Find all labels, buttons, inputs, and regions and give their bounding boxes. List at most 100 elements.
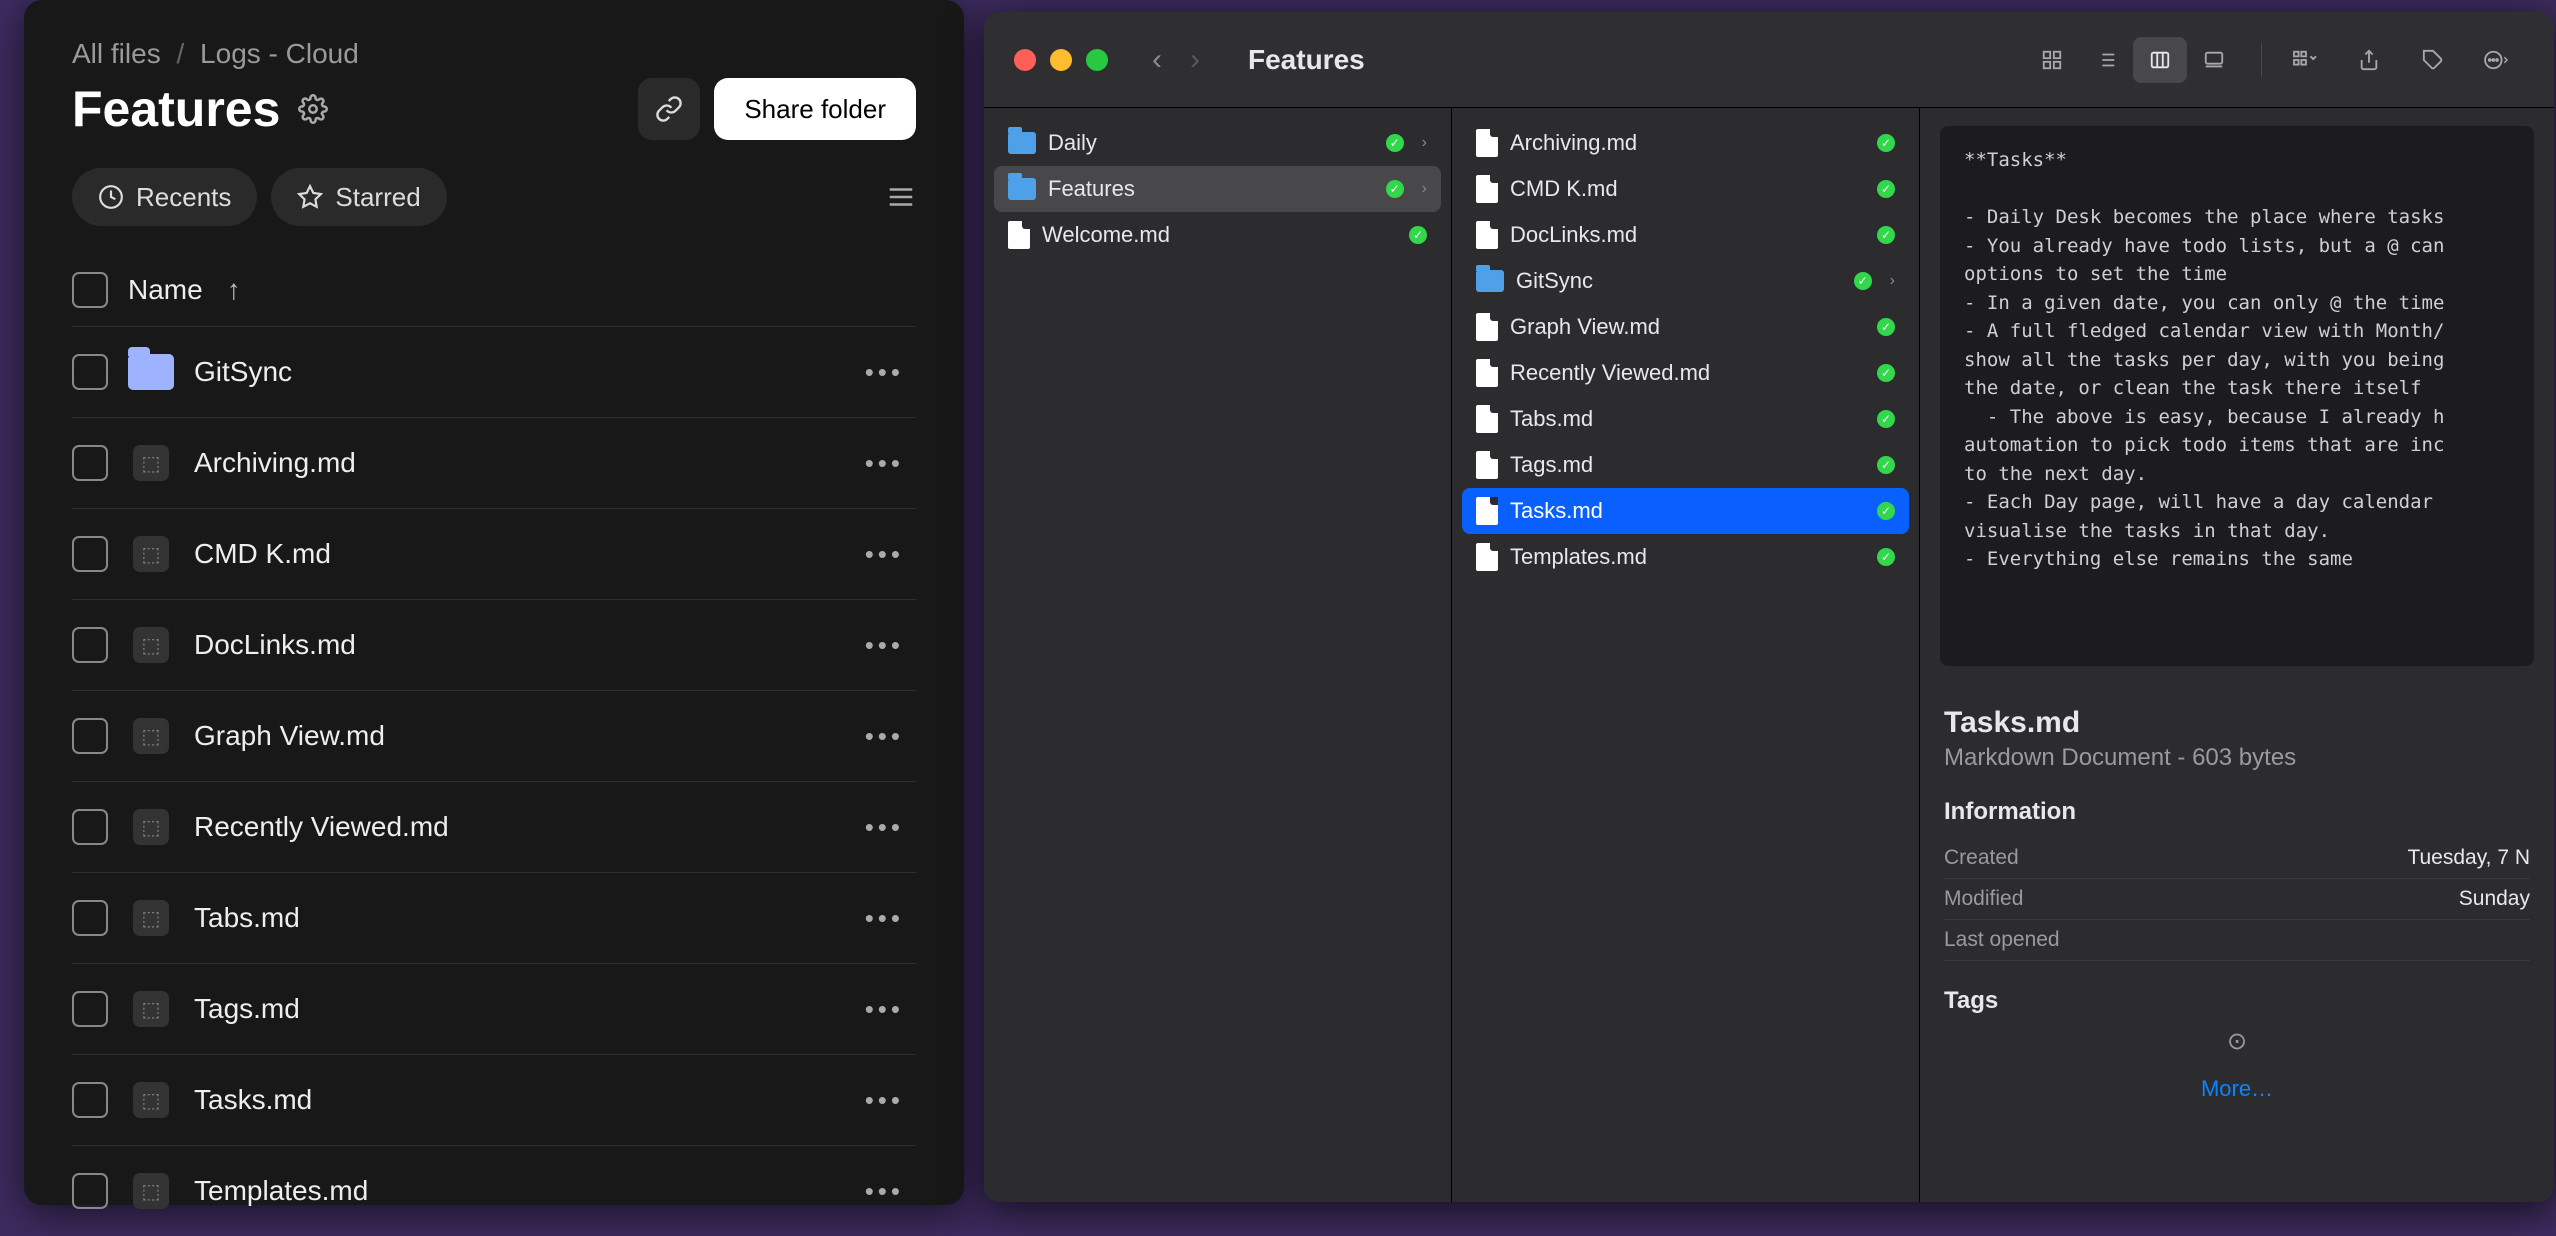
back-button[interactable]: ‹ <box>1152 43 1162 77</box>
row-checkbox[interactable] <box>72 536 108 572</box>
column-item[interactable]: Tags.md✓ <box>1462 442 1909 488</box>
sort-asc-icon[interactable]: ↑ <box>227 274 241 306</box>
folder-icon <box>1008 132 1036 154</box>
column-item[interactable]: Features✓› <box>994 166 1441 212</box>
view-icons-button[interactable] <box>2025 37 2079 83</box>
column-item[interactable]: Graph View.md✓ <box>1462 304 1909 350</box>
breadcrumb: All files / Logs - Cloud <box>72 38 916 70</box>
column-item[interactable]: Welcome.md✓ <box>994 212 1441 258</box>
close-button[interactable] <box>1014 49 1036 71</box>
breadcrumb-sep: / <box>176 38 184 69</box>
row-actions-button[interactable]: ••• <box>865 630 916 661</box>
markdown-icon: ⬚ <box>133 900 169 936</box>
document-icon <box>1476 405 1498 433</box>
preview-file-name: Tasks.md <box>1944 706 2530 740</box>
row-checkbox[interactable] <box>72 627 108 663</box>
lastopened-label: Last opened <box>1944 928 2060 952</box>
modified-label: Modified <box>1944 887 2023 911</box>
column-item[interactable]: Templates.md✓ <box>1462 534 1909 580</box>
row-actions-button[interactable]: ••• <box>865 448 916 479</box>
column-item[interactable]: GitSync✓› <box>1462 258 1909 304</box>
document-icon <box>1476 129 1498 157</box>
row-checkbox[interactable] <box>72 1173 108 1209</box>
file-row[interactable]: ⬚DocLinks.md••• <box>72 599 916 690</box>
row-actions-button[interactable]: ••• <box>865 994 916 1025</box>
synced-icon: ✓ <box>1877 226 1895 244</box>
file-row[interactable]: ⬚ Recently Viewed.md ••• <box>72 781 916 872</box>
column-header[interactable]: Name ↑ <box>72 260 916 326</box>
file-name: Tasks.md <box>194 1084 312 1116</box>
document-icon <box>1476 221 1498 249</box>
gallery-icon <box>2203 49 2225 71</box>
column-item[interactable]: Daily✓› <box>994 120 1441 166</box>
file-row[interactable]: ⬚Templates.md••• <box>72 1145 916 1236</box>
column-item[interactable]: DocLinks.md✓ <box>1462 212 1909 258</box>
row-checkbox[interactable] <box>72 445 108 481</box>
document-icon <box>1008 221 1030 249</box>
synced-icon: ✓ <box>1386 134 1404 152</box>
file-row[interactable]: ⬚Tags.md••• <box>72 963 916 1054</box>
file-row[interactable]: ⬚Archiving.md••• <box>72 417 916 508</box>
column-item[interactable]: Archiving.md✓ <box>1462 120 1909 166</box>
folder-icon <box>1476 270 1504 292</box>
file-row[interactable]: ⬚CMD K.md••• <box>72 508 916 599</box>
row-checkbox[interactable] <box>72 718 108 754</box>
column-item[interactable]: Tabs.md✓ <box>1462 396 1909 442</box>
item-name: Daily <box>1048 130 1097 156</box>
more-button[interactable]: More… <box>1944 1076 2530 1102</box>
file-row[interactable]: ⬚Tabs.md••• <box>72 872 916 963</box>
row-checkbox[interactable] <box>72 809 108 845</box>
forward-button[interactable]: › <box>1190 43 1200 77</box>
minimize-button[interactable] <box>1050 49 1072 71</box>
info-section-label: Information <box>1944 798 2530 826</box>
starred-chip[interactable]: Starred <box>271 168 446 226</box>
markdown-icon: ⬚ <box>133 445 169 481</box>
view-list-button[interactable] <box>2079 37 2133 83</box>
select-all-checkbox[interactable] <box>72 272 108 308</box>
share-folder-button[interactable]: Share folder <box>714 78 916 140</box>
view-gallery-button[interactable] <box>2187 37 2241 83</box>
file-name: Recently Viewed.md <box>194 811 449 843</box>
row-actions-button[interactable]: ••• <box>865 539 916 570</box>
view-columns-button[interactable] <box>2133 37 2187 83</box>
actions-button[interactable] <box>2470 37 2524 83</box>
column-item[interactable]: CMD K.md✓ <box>1462 166 1909 212</box>
row-checkbox[interactable] <box>72 991 108 1027</box>
column-item[interactable]: Tasks.md✓ <box>1462 488 1909 534</box>
row-actions-button[interactable]: ••• <box>865 1085 916 1116</box>
file-row[interactable]: GitSync••• <box>72 326 916 417</box>
breadcrumb-root[interactable]: All files <box>72 38 161 69</box>
markdown-icon: ⬚ <box>133 1082 169 1118</box>
zoom-button[interactable] <box>1086 49 1108 71</box>
gear-icon[interactable] <box>298 94 328 124</box>
item-name: Tasks.md <box>1510 498 1603 524</box>
item-name: Tags.md <box>1510 452 1593 478</box>
tag-icon <box>2422 49 2444 71</box>
finder-window: ‹ › Features <box>984 12 2554 1202</box>
row-checkbox[interactable] <box>72 354 108 390</box>
row-actions-button[interactable]: ••• <box>865 1176 916 1207</box>
row-checkbox[interactable] <box>72 1082 108 1118</box>
markdown-icon: ⬚ <box>133 627 169 663</box>
copy-link-button[interactable] <box>638 78 700 140</box>
row-actions-button[interactable]: ••• <box>865 812 916 843</box>
row-actions-button[interactable]: ••• <box>865 903 916 934</box>
item-name: Features <box>1048 176 1135 202</box>
file-row[interactable]: ⬚ Tasks.md ••• <box>72 1054 916 1145</box>
row-actions-button[interactable]: ••• <box>865 721 916 752</box>
column-item[interactable]: Recently Viewed.md✓ <box>1462 350 1909 396</box>
markdown-icon: ⬚ <box>133 1173 169 1209</box>
group-by-button[interactable] <box>2278 37 2332 83</box>
row-checkbox[interactable] <box>72 900 108 936</box>
markdown-icon: ⬚ <box>133 809 169 845</box>
list-toggle-icon[interactable] <box>886 182 916 212</box>
share-button[interactable] <box>2342 37 2396 83</box>
modified-value: Sunday <box>2459 887 2530 911</box>
row-actions-button[interactable]: ••• <box>865 357 916 388</box>
tags-button[interactable] <box>2406 37 2460 83</box>
file-row[interactable]: ⬚Graph View.md••• <box>72 690 916 781</box>
recents-chip[interactable]: Recents <box>72 168 257 226</box>
star-icon <box>297 184 323 210</box>
breadcrumb-folder[interactable]: Logs - Cloud <box>200 38 359 69</box>
more-ellipsis-icon[interactable]: ⊙ <box>1944 1027 2530 1056</box>
